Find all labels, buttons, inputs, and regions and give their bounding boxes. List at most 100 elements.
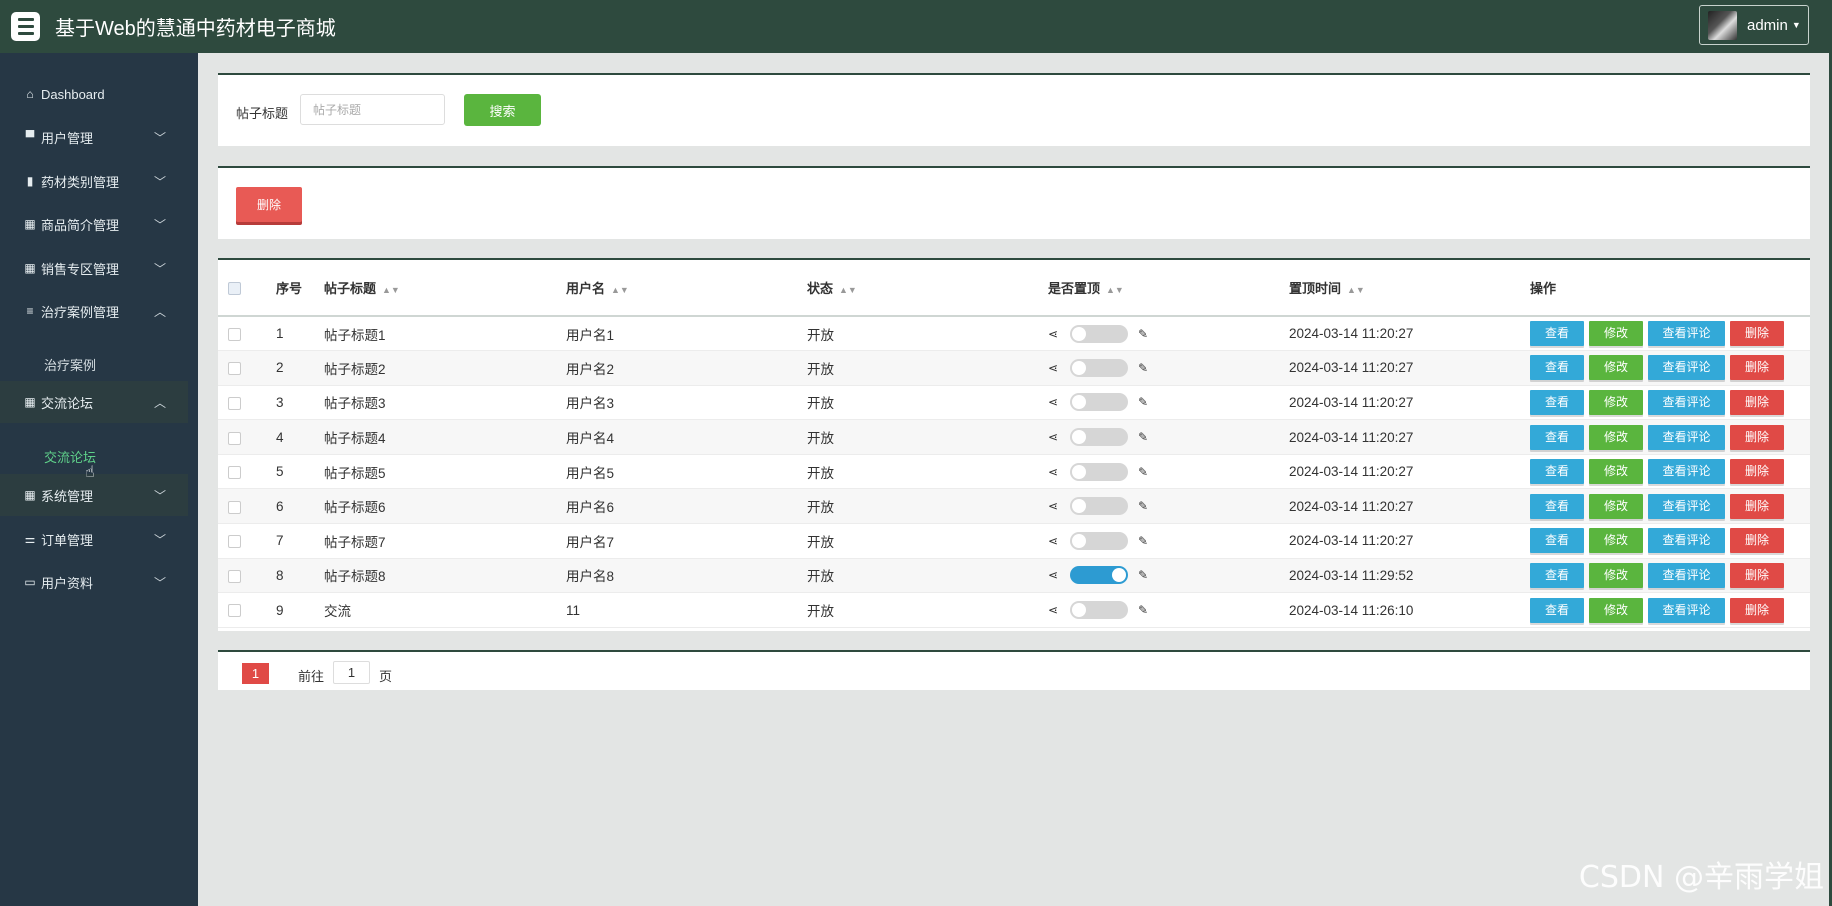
delete-button[interactable]: 删除 [1730,459,1784,485]
row-checkbox[interactable] [228,327,241,341]
share-icon[interactable]: ⋖ [1048,499,1062,513]
sidebar-item-products[interactable]: ▦ 商品简介管理 ﹀ [0,203,188,245]
row-checkbox[interactable] [228,604,241,618]
share-icon[interactable]: ⋖ [1048,395,1062,409]
view-comments-button[interactable]: 查看评论 [1648,355,1725,381]
user-menu[interactable]: admin ▼ [1699,5,1809,45]
header-title[interactable]: 帖子标题 ▲▼ [324,260,566,317]
goto-page-input[interactable]: 1 [333,661,370,684]
delete-button[interactable]: 删除 [1730,424,1784,450]
view-button[interactable]: 查看 [1530,321,1584,347]
edit-pencil-icon[interactable]: ✎ [1138,568,1148,582]
delete-button[interactable]: 删除 [1730,321,1784,347]
sort-icon[interactable]: ▲▼ [1347,285,1365,295]
edit-pencil-icon[interactable]: ✎ [1138,430,1148,444]
delete-button[interactable]: 删除 [1730,493,1784,519]
share-icon[interactable]: ⋖ [1048,361,1062,375]
edit-pencil-icon[interactable]: ✎ [1138,534,1148,548]
share-icon[interactable]: ⋖ [1048,327,1062,341]
pinned-toggle[interactable] [1070,428,1128,447]
edit-button[interactable]: 修改 [1589,355,1643,381]
delete-button[interactable]: 删除 [1730,597,1784,623]
row-checkbox[interactable] [228,396,241,410]
edit-button[interactable]: 修改 [1589,424,1643,450]
pinned-toggle[interactable] [1070,393,1128,412]
row-checkbox[interactable] [228,466,241,480]
header-pinned-time[interactable]: 置顶时间 ▲▼ [1289,260,1530,317]
edit-button[interactable]: 修改 [1589,528,1643,554]
row-checkbox[interactable] [228,500,241,514]
edit-pencil-icon[interactable]: ✎ [1138,327,1148,341]
share-icon[interactable]: ⋖ [1048,465,1062,479]
row-checkbox[interactable] [228,362,241,376]
edit-pencil-icon[interactable]: ✎ [1138,361,1148,375]
sort-icon[interactable]: ▲▼ [1106,285,1124,295]
edit-pencil-icon[interactable]: ✎ [1138,603,1148,617]
view-button[interactable]: 查看 [1530,493,1584,519]
pinned-toggle[interactable] [1070,358,1128,377]
sidebar-item-users[interactable]: ▀ 用户管理 ﹀ [0,116,188,158]
sidebar-subitem-case[interactable]: 治疗案例 [44,355,96,374]
sidebar-item-cases[interactable]: ≡ 治疗案例管理 ︿ [0,290,188,332]
pinned-toggle[interactable] [1070,497,1128,516]
pinned-toggle[interactable] [1070,531,1128,550]
view-comments-button[interactable]: 查看评论 [1648,459,1725,485]
sidebar-item-sales[interactable]: ▦ 销售专区管理 ﹀ [0,247,188,289]
select-all-checkbox[interactable] [228,282,241,296]
view-comments-button[interactable]: 查看评论 [1648,389,1725,415]
edit-button[interactable]: 修改 [1589,321,1643,347]
header-pinned[interactable]: 是否置顶 ▲▼ [1048,260,1289,317]
sort-icon[interactable]: ▲▼ [382,285,400,295]
view-comments-button[interactable]: 查看评论 [1648,424,1725,450]
view-button[interactable]: 查看 [1530,355,1584,381]
view-comments-button[interactable]: 查看评论 [1648,493,1725,519]
view-comments-button[interactable]: 查看评论 [1648,597,1725,623]
delete-button[interactable]: 删除 [1730,562,1784,588]
view-button[interactable]: 查看 [1530,389,1584,415]
pinned-toggle[interactable] [1070,324,1128,343]
header-username[interactable]: 用户名 ▲▼ [566,260,807,317]
edit-pencil-icon[interactable]: ✎ [1138,465,1148,479]
share-icon[interactable]: ⋖ [1048,603,1062,617]
search-button[interactable]: 搜索 [464,94,541,126]
sidebar-item-profile[interactable]: ▭ 用户资料 ﹀ [0,561,188,603]
header-status[interactable]: 状态 ▲▼ [807,260,1048,317]
edit-pencil-icon[interactable]: ✎ [1138,395,1148,409]
sort-icon[interactable]: ▲▼ [839,285,857,295]
page-number-current[interactable]: 1 [242,663,269,684]
view-comments-button[interactable]: 查看评论 [1648,321,1725,347]
row-checkbox[interactable] [228,431,241,445]
view-button[interactable]: 查看 [1530,597,1584,623]
share-icon[interactable]: ⋖ [1048,534,1062,548]
sidebar-item-forum[interactable]: ▦ 交流论坛 ︿ [0,381,188,423]
view-comments-button[interactable]: 查看评论 [1648,562,1725,588]
sidebar-item-orders[interactable]: ⚌ 订单管理 ﹀ [0,518,188,560]
delete-button[interactable]: 删除 [1730,389,1784,415]
pinned-toggle[interactable] [1070,601,1128,620]
menu-toggle-icon[interactable] [11,12,40,41]
row-checkbox[interactable] [228,535,241,549]
delete-button[interactable]: 删除 [1730,528,1784,554]
delete-button[interactable]: 删除 [1730,355,1784,381]
sort-icon[interactable]: ▲▼ [611,285,629,295]
edit-button[interactable]: 修改 [1589,597,1643,623]
view-button[interactable]: 查看 [1530,528,1584,554]
edit-pencil-icon[interactable]: ✎ [1138,499,1148,513]
view-button[interactable]: 查看 [1530,562,1584,588]
share-icon[interactable]: ⋖ [1048,568,1062,582]
sidebar-item-dashboard[interactable]: ⌂ Dashboard [0,73,188,115]
sidebar-item-herb-category[interactable]: ▮ 药材类别管理 ﹀ [0,160,188,202]
pinned-toggle[interactable] [1070,566,1128,585]
batch-delete-button[interactable]: 删除 [236,187,302,222]
pinned-toggle[interactable] [1070,462,1128,481]
search-input[interactable] [300,94,445,125]
edit-button[interactable]: 修改 [1589,459,1643,485]
edit-button[interactable]: 修改 [1589,389,1643,415]
view-comments-button[interactable]: 查看评论 [1648,528,1725,554]
edit-button[interactable]: 修改 [1589,562,1643,588]
edit-button[interactable]: 修改 [1589,493,1643,519]
row-checkbox[interactable] [228,569,241,583]
view-button[interactable]: 查看 [1530,459,1584,485]
share-icon[interactable]: ⋖ [1048,430,1062,444]
view-button[interactable]: 查看 [1530,424,1584,450]
